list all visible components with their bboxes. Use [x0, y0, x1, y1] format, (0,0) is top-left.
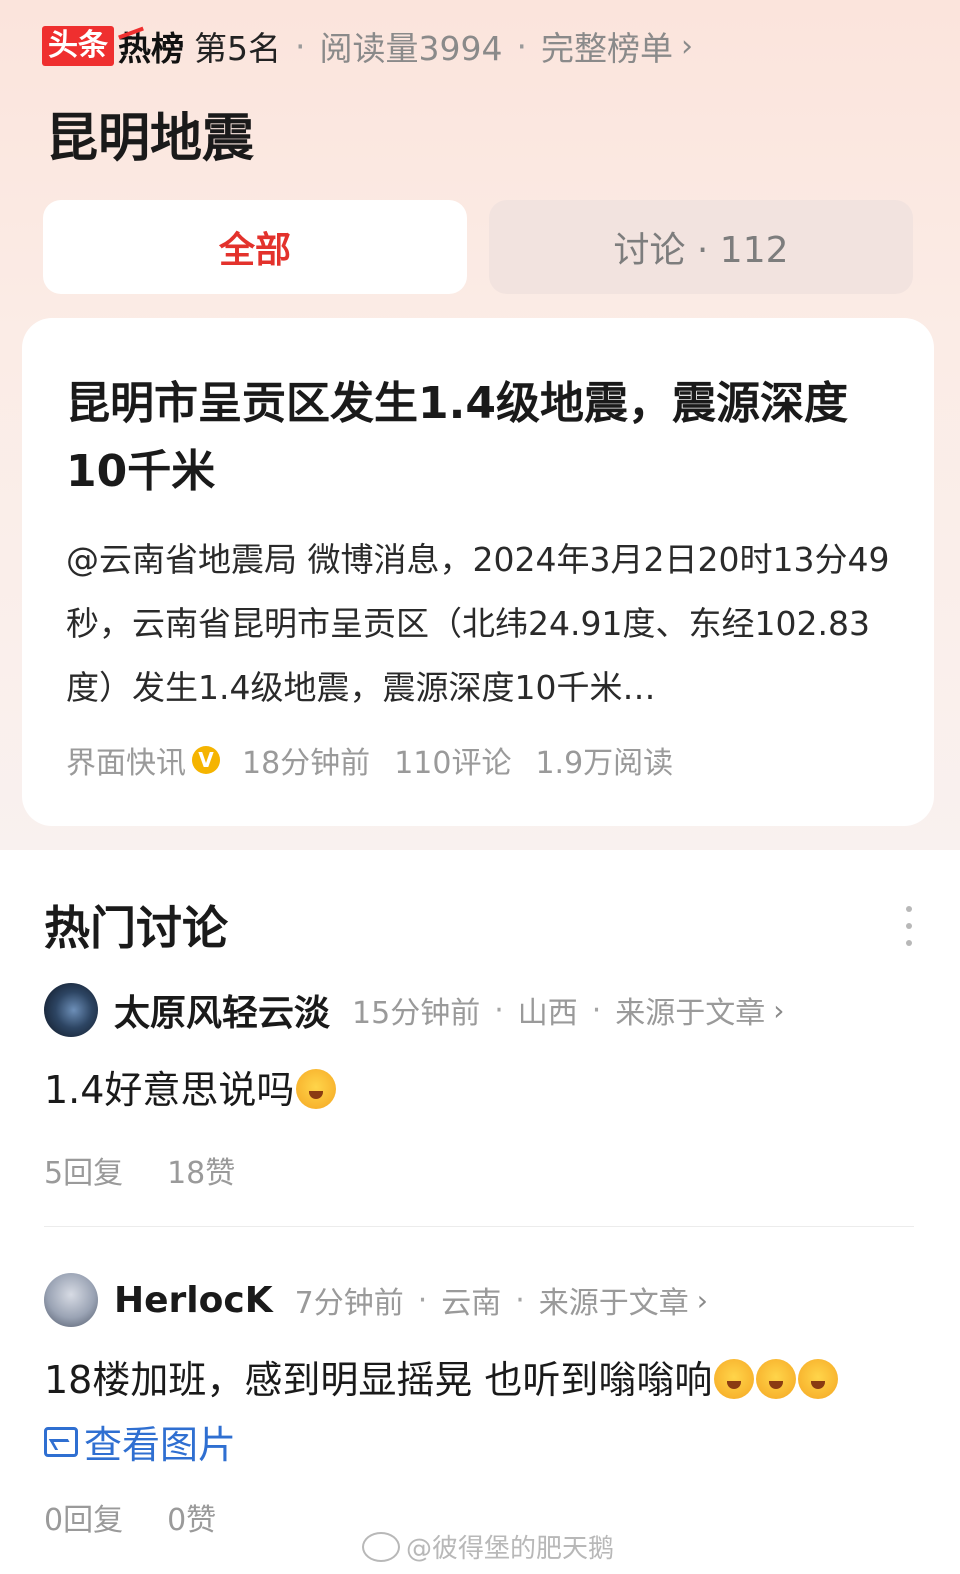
full-list-link[interactable]: 完整榜单 — [541, 22, 673, 70]
like-count[interactable]: 0赞 — [167, 1495, 216, 1539]
comment-body: 1.4好意思说吗 — [44, 1068, 295, 1112]
reply-count[interactable]: 5回复 — [44, 1148, 123, 1192]
verified-icon: V — [192, 746, 220, 774]
shocked-emoji-icon — [714, 1359, 755, 1399]
news-summary: @云南省地震局 微博消息，2024年3月2日20时13分49秒，云南省昆明市呈贡… — [66, 540, 890, 707]
shocked-emoji-icon — [756, 1359, 797, 1399]
separator: · — [494, 992, 504, 1028]
comment-header: HerlocK 7分钟前 · 云南 · 来源于文章 › — [44, 1272, 924, 1328]
rank-label: 第5名 — [194, 29, 281, 68]
news-comment-count: 110评论 — [394, 746, 512, 781]
watermark-text: @彼得堡的肥天鹅 — [406, 1534, 615, 1564]
comment-text: 1.4好意思说吗 — [44, 1062, 924, 1118]
comment-location: 云南 — [441, 1286, 502, 1321]
comment-time: 15分钟前 — [352, 996, 481, 1031]
reply-count[interactable]: 0回复 — [44, 1495, 123, 1539]
more-options-icon[interactable] — [904, 906, 914, 946]
chevron-right-icon: › — [773, 993, 785, 1027]
news-time: 18分钟前 — [242, 746, 371, 781]
view-image-link[interactable]: 查看图片 — [44, 1414, 924, 1469]
hot-list-rank-bar[interactable]: 头条 热榜 第5名 · 阅读量3994 · 完整榜单 › — [42, 22, 693, 70]
separator: · — [516, 26, 527, 66]
news-read-count: 1.9万阅读 — [535, 746, 674, 781]
shocked-emoji-icon — [798, 1359, 839, 1399]
comment-source-link[interactable]: 来源于文章 — [539, 1278, 689, 1322]
like-count[interactable]: 18赞 — [167, 1148, 235, 1192]
watermark: @彼得堡的肥天鹅 — [362, 1528, 614, 1565]
tab-discussion[interactable]: 讨论 · 112 — [489, 200, 913, 294]
news-headline[interactable]: 昆明市呈贡区发生1.4级地震，震源深度10千米 — [66, 370, 886, 506]
comment-item: HerlocK 7分钟前 · 云南 · 来源于文章 › 18楼加班，感到明显摇晃… — [44, 1272, 924, 1539]
comment-username[interactable]: 太原风轻云淡 — [114, 984, 330, 1036]
image-icon — [44, 1426, 78, 1457]
comment-username[interactable]: HerlocK — [114, 1280, 273, 1321]
toutiao-logo: 头条 — [42, 26, 114, 66]
hot-list-logo: 热榜 — [118, 22, 184, 70]
avatar[interactable] — [44, 1273, 98, 1327]
tab-all[interactable]: 全部 — [43, 200, 467, 294]
chevron-right-icon: › — [696, 1283, 708, 1317]
view-image-label: 查看图片 — [84, 1423, 237, 1467]
news-meta: 界面快讯 V 18分钟前 110评论 1.9万阅读 — [66, 738, 673, 782]
comment-time: 7分钟前 — [294, 1286, 404, 1321]
avatar[interactable] — [44, 983, 98, 1037]
comment-source-link[interactable]: 来源于文章 — [615, 988, 765, 1032]
topic-title: 昆明地震 — [46, 109, 255, 169]
news-source[interactable]: 界面快讯 — [66, 738, 186, 782]
crying-laughing-emoji-icon — [296, 1069, 337, 1109]
comment-stats: 5回复 18赞 — [44, 1148, 924, 1192]
divider — [44, 1226, 914, 1227]
separator: · — [591, 992, 602, 1028]
comment-text: 18楼加班，感到明显摇晃 也听到嗡嗡响 — [44, 1352, 924, 1408]
news-card[interactable]: 昆明市呈贡区发生1.4级地震，震源深度10千米 @云南省地震局 微博消息，202… — [22, 318, 934, 826]
separator: · — [515, 1282, 525, 1318]
separator: · — [295, 26, 306, 66]
section-title: 热门讨论 — [44, 901, 228, 955]
comment-body: 18楼加班，感到明显摇晃 也听到嗡嗡响 — [44, 1358, 713, 1402]
read-count: 阅读量3994 — [319, 29, 503, 68]
comment-location: 山西 — [517, 996, 578, 1031]
comment-item: 太原风轻云淡 15分钟前 · 山西 · 来源于文章 › 1.4好意思说吗 5回复… — [44, 982, 924, 1192]
comment-header: 太原风轻云淡 15分钟前 · 山西 · 来源于文章 › — [44, 982, 924, 1038]
chevron-right-icon: › — [680, 28, 693, 64]
separator: · — [417, 1282, 428, 1318]
weibo-icon — [362, 1531, 400, 1562]
